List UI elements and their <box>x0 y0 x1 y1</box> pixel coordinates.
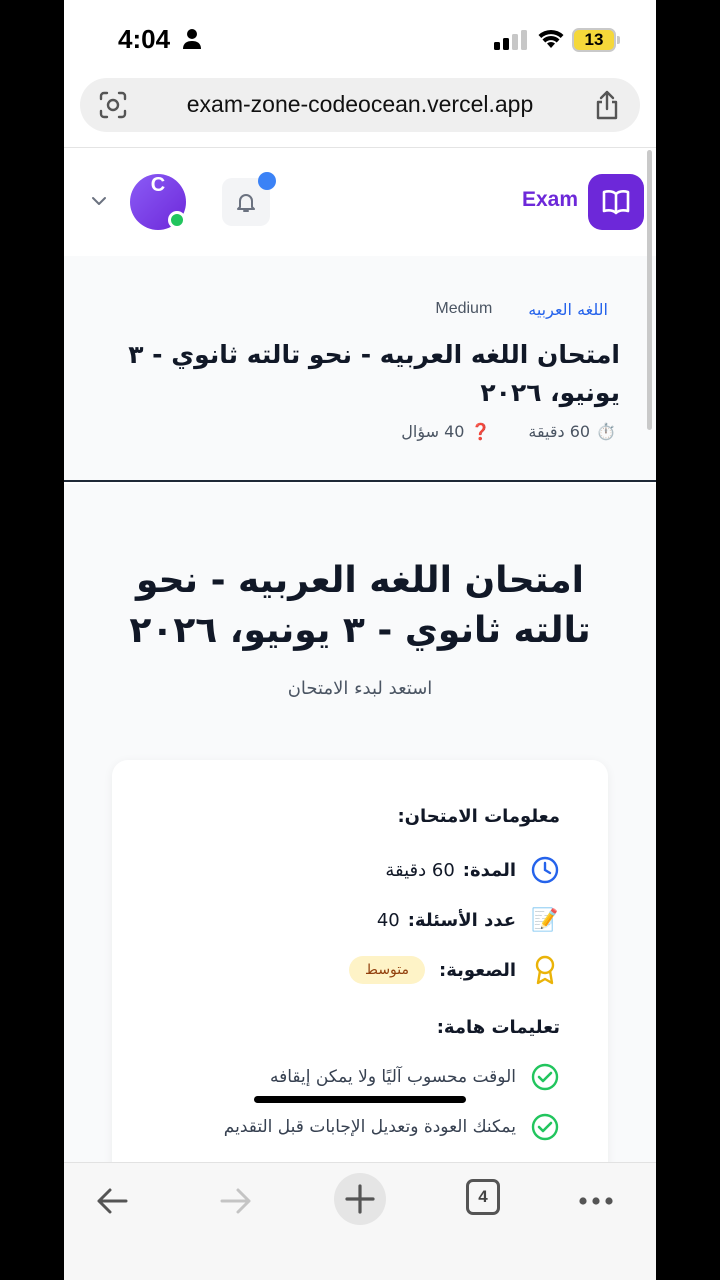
phone-screen: 4:04 13 exam-zone-codeocean.vercel.app E… <box>64 0 656 1280</box>
status-bar: 4:04 13 <box>64 0 656 80</box>
exam-info-card: معلومات الامتحان: المدة: 60 دقيقة 📝 عدد … <box>112 760 608 1200</box>
scrollbar[interactable] <box>647 150 652 430</box>
info-section-title: معلومات الامتحان: <box>397 806 560 827</box>
online-status-dot <box>168 211 186 229</box>
difficulty-badge: متوسط <box>349 956 426 984</box>
book-open-icon <box>602 190 630 215</box>
url-text[interactable]: exam-zone-codeocean.vercel.app <box>140 91 580 118</box>
instruction-item: يمكنك العودة وتعديل الإجابات قبل التقديم <box>140 1102 560 1152</box>
back-arrow-icon[interactable] <box>94 1181 130 1221</box>
home-indicator[interactable] <box>254 1096 466 1103</box>
level-badge: Medium <box>435 300 493 317</box>
brand-name[interactable]: Exam <box>522 188 578 212</box>
browser-toolbar: 4 <box>64 1162 656 1280</box>
instructions-title: تعليمات هامة: <box>436 1017 560 1038</box>
page-title: امتحان اللغه العربيه - نحو تالته ثانوي -… <box>129 560 591 651</box>
duration-meta: ⏱️ 60 دقيقة <box>528 422 616 441</box>
exam-meta: ⏱️ 60 دقيقة ❓ 40 سؤال <box>401 422 616 441</box>
site-header: Exam C <box>64 148 656 256</box>
difficulty-label: الصعوبة: <box>439 959 516 981</box>
share-icon[interactable] <box>594 90 620 120</box>
clock-icon <box>530 855 560 885</box>
cellular-signal-icon <box>494 30 527 50</box>
main-content: امتحان اللغه العربيه - نحو تالته ثانوي -… <box>64 484 656 1200</box>
more-options-icon[interactable] <box>578 1181 614 1221</box>
count-value: 40 <box>376 909 400 931</box>
bell-icon <box>237 194 255 212</box>
lens-icon[interactable] <box>98 91 128 119</box>
check-circle-icon <box>530 1062 560 1092</box>
logo-button[interactable] <box>588 174 644 230</box>
question-mark-icon: ❓ <box>470 422 491 441</box>
duration-row: المدة: 60 دقيقة <box>140 845 560 895</box>
duration-meta-text: 60 دقيقة <box>528 422 591 441</box>
forward-arrow-icon[interactable] <box>218 1181 254 1221</box>
duration-label: المدة: <box>462 859 516 881</box>
page-subtitle: استعد لبدء الامتحان <box>287 678 433 699</box>
battery-level: 13 <box>584 30 604 49</box>
person-icon <box>183 29 201 49</box>
duration-value: 60 دقيقة <box>385 859 455 881</box>
difficulty-row: الصعوبة: متوسط <box>140 945 560 995</box>
exam-strip-title: امتحان اللغه العربيه - نحو تالته ثانوي -… <box>128 340 620 407</box>
instruction-text: يمكنك العودة وتعديل الإجابات قبل التقديم <box>223 1117 516 1137</box>
battery-indicator: 13 <box>572 28 620 52</box>
wifi-icon <box>538 29 564 48</box>
memo-icon: 📝 <box>531 907 559 933</box>
address-bar[interactable]: exam-zone-codeocean.vercel.app <box>80 78 640 132</box>
stopwatch-icon: ⏱️ <box>596 422 616 441</box>
plus-icon <box>345 1184 375 1214</box>
check-circle-icon <box>530 1112 560 1142</box>
subject-badge: اللغه العربيه <box>528 300 608 319</box>
exam-badges: اللغه العربيه Medium <box>435 300 608 319</box>
exam-header: اللغه العربيه Medium امتحان اللغه العربي… <box>64 256 656 482</box>
new-tab-button[interactable] <box>334 1173 386 1225</box>
instruction-item: الوقت محسوب آليًا ولا يمكن إيقافه <box>140 1052 560 1102</box>
count-label: عدد الأسئلة: <box>407 909 516 931</box>
count-row: 📝 عدد الأسئلة: 40 <box>140 895 560 945</box>
chevron-down-icon[interactable] <box>90 194 108 208</box>
questions-meta: ❓ 40 سؤال <box>401 422 490 441</box>
questions-meta-text: 40 سؤال <box>401 422 465 441</box>
notification-dot <box>258 172 276 190</box>
status-time: 4:04 <box>118 24 171 54</box>
award-icon <box>530 955 560 985</box>
tabs-button[interactable]: 4 <box>466 1179 500 1215</box>
instruction-text: الوقت محسوب آليًا ولا يمكن إيقافه <box>269 1067 516 1087</box>
